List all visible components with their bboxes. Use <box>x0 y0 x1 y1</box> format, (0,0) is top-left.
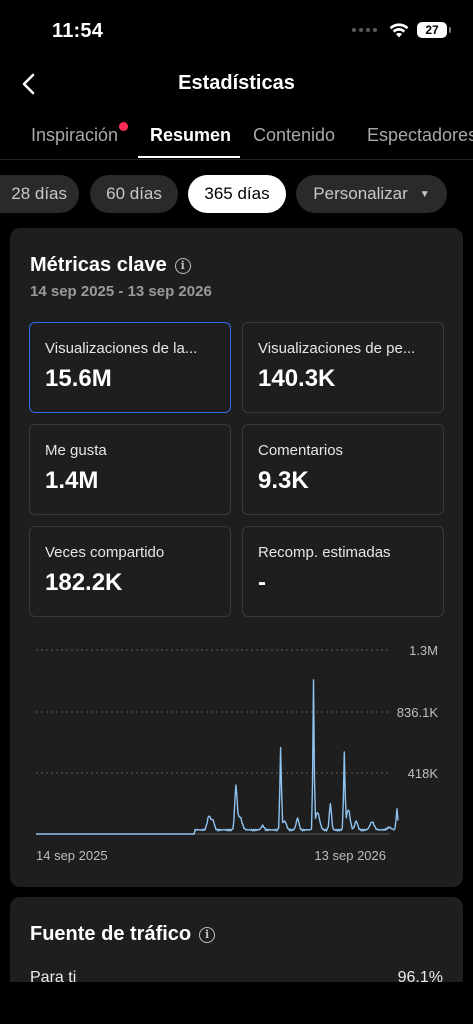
y-tick-label: 418K <box>408 766 439 781</box>
range-28-days[interactable]: 28 días <box>0 175 79 213</box>
metric-value: 9.3K <box>258 467 309 494</box>
tab-label: Espectadores <box>367 125 473 145</box>
battery-icon: 27 <box>417 22 451 38</box>
metric-value: 1.4M <box>45 467 99 494</box>
active-tab-indicator <box>138 156 240 158</box>
y-tick-label: 1.3M <box>409 643 438 658</box>
metric-value: 182.2K <box>45 569 123 596</box>
tab-label: Inspiración <box>31 125 119 145</box>
tab-espectadores[interactable]: Espectadores <box>367 125 473 146</box>
metric-value: - <box>258 569 266 596</box>
range-custom-dropdown[interactable]: Personalizar ▼ <box>296 175 447 213</box>
date-range-selector: 28 días 60 días 365 días Personalizar ▼ <box>0 173 473 215</box>
metric-label: Visualizaciones de pe... <box>258 340 416 357</box>
metric-value: 140.3K <box>258 365 336 392</box>
tab-resumen[interactable]: Resumen <box>150 125 231 146</box>
tab-bar: Inspiración Resumen Contenido Espectador… <box>0 116 473 160</box>
notification-dot <box>119 122 129 131</box>
metric-label: Recomp. estimadas <box>258 544 391 561</box>
views-line-chart: 1.3M 836.1K 418K 14 sep 2025 13 sep 2026 <box>36 643 439 863</box>
tab-label: Resumen <box>150 125 232 145</box>
x-start-label: 14 sep 2025 <box>36 848 108 863</box>
x-end-label: 13 sep 2026 <box>314 848 386 863</box>
metrics-date-range: 14 sep 2025 - 13 sep 2026 <box>30 283 212 300</box>
traffic-source-title: Fuente de tráfico i <box>30 923 216 946</box>
bottom-area <box>0 982 473 1024</box>
metric-label: Visualizaciones de la... <box>45 340 198 357</box>
wifi-icon <box>389 22 409 37</box>
header: Estadísticas <box>0 62 473 106</box>
tab-contenido[interactable]: Contenido <box>253 125 335 146</box>
page-title: Estadísticas <box>178 72 295 94</box>
range-label: 28 días <box>11 184 67 203</box>
y-tick-label: 836.1K <box>397 705 439 720</box>
range-label: 365 días <box>204 184 270 203</box>
key-metrics-title: Métricas clave i <box>30 254 191 277</box>
metric-tile-profile-views[interactable]: Visualizaciones de pe... 140.3K <box>242 322 444 413</box>
metric-label: Me gusta <box>45 442 107 459</box>
metric-tile-video-views[interactable]: Visualizaciones de la... 15.6M <box>29 322 231 413</box>
status-time: 11:54 <box>52 20 104 42</box>
tab-inspiracion[interactable]: Inspiración <box>31 122 129 146</box>
metric-tile-estimated-rewards[interactable]: Recomp. estimadas - <box>242 526 444 617</box>
status-bar: 11:54 27 <box>0 0 473 62</box>
info-icon[interactable]: i <box>199 926 216 943</box>
series-line <box>36 679 399 835</box>
range-label: 60 días <box>106 184 162 203</box>
status-icons: 27 <box>352 22 451 38</box>
metric-tile-comments[interactable]: Comentarios 9.3K <box>242 424 444 515</box>
range-label: Personalizar <box>313 184 408 203</box>
metric-label: Veces compartido <box>45 544 165 561</box>
metric-tile-shares[interactable]: Veces compartido 182.2K <box>29 526 231 617</box>
range-60-days[interactable]: 60 días <box>90 175 178 213</box>
range-365-days[interactable]: 365 días <box>188 175 286 213</box>
card-title-text: Métricas clave <box>30 254 167 276</box>
metric-label: Comentarios <box>258 442 344 459</box>
key-metrics-card: Métricas clave i 14 sep 2025 - 13 sep 20… <box>10 228 463 887</box>
info-icon[interactable]: i <box>174 257 191 274</box>
tab-label: Contenido <box>253 125 336 145</box>
card-title-text: Fuente de tráfico <box>30 923 192 945</box>
metric-value: 15.6M <box>45 365 112 392</box>
metric-tile-likes[interactable]: Me gusta 1.4M <box>29 424 231 515</box>
caret-down-icon: ▼ <box>419 188 430 200</box>
cellular-signal-icon <box>352 28 377 32</box>
